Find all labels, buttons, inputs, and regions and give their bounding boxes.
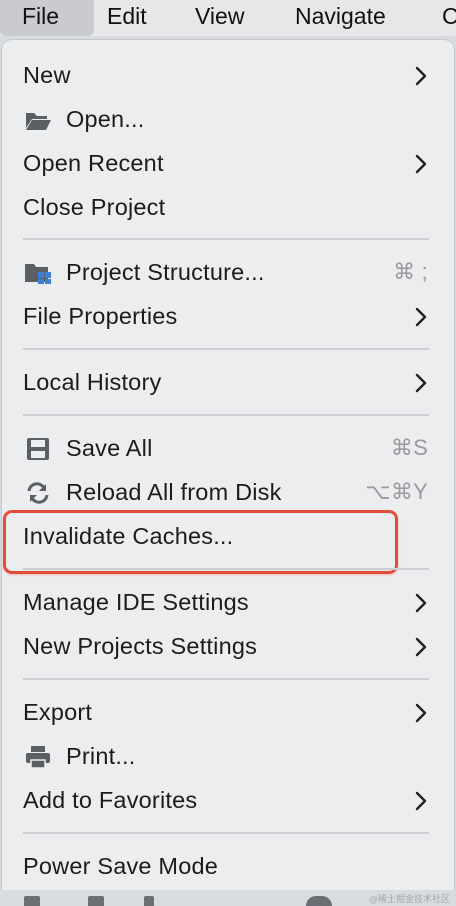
shortcut-label: ⌘S [390, 435, 428, 460]
menu-item-open[interactable]: Open... [2, 98, 454, 142]
chevron-right-icon [415, 637, 427, 657]
project-structure-icon [25, 264, 51, 284]
menu-item-file-properties-label: File Properties [23, 303, 178, 329]
menu-item-print[interactable]: Print... [2, 735, 454, 779]
toolbar-icon[interactable] [88, 896, 104, 906]
toolbar-icon[interactable] [144, 896, 154, 906]
printer-icon [26, 746, 50, 769]
menu-separator [23, 238, 429, 240]
menu-item-power-save-mode-label: Power Save Mode [23, 853, 219, 879]
menu-item-save-all[interactable]: Save All ⌘S [2, 427, 454, 471]
menu-separator [23, 348, 429, 350]
menu-item-power-save-mode[interactable]: Power Save Mode [2, 845, 454, 889]
highlight-box [3, 510, 398, 574]
toolbar-strip: @稀土掘金技术社区 [0, 890, 456, 906]
menu-separator [23, 832, 429, 834]
menu-item-project-structure-label: Project Structure... [66, 259, 265, 285]
chevron-right-icon [415, 154, 427, 174]
menu-separator [23, 414, 429, 416]
menu-item-open-recent[interactable]: Open Recent [2, 142, 454, 186]
menu-item-project-structure[interactable]: Project Structure... ⌘ ; [2, 251, 454, 295]
menubar-code[interactable]: C [442, 0, 456, 36]
shortcut-label: ⌥⌘Y [365, 479, 428, 504]
menu-item-open-label: Open... [66, 106, 145, 132]
menu-item-save-all-label: Save All [66, 435, 153, 461]
menu-item-local-history-label: Local History [23, 369, 162, 395]
menu-item-add-to-favorites-label: Add to Favorites [23, 787, 198, 813]
toolbar-icon[interactable] [306, 896, 332, 906]
chevron-right-icon [415, 593, 427, 613]
chevron-right-icon [415, 703, 427, 723]
shortcut-label: ⌘ ; [393, 259, 428, 284]
menu-bar: File Edit View Navigate C [0, 0, 456, 36]
menu-item-close-project-label: Close Project [23, 194, 166, 220]
menubar-file[interactable]: File [0, 0, 94, 36]
menubar-view[interactable]: View [195, 0, 244, 36]
menubar-navigate[interactable]: Navigate [295, 0, 386, 36]
menu-item-new-projects-settings-label: New Projects Settings [23, 633, 258, 659]
toolbar-icon[interactable] [24, 896, 40, 906]
menu-item-print-label: Print... [66, 743, 136, 769]
chevron-right-icon [415, 791, 427, 811]
chevron-right-icon [415, 66, 427, 86]
menu-item-reload-all[interactable]: Reload All from Disk ⌥⌘Y [2, 471, 454, 515]
reload-icon [27, 482, 49, 504]
menu-separator [23, 678, 429, 680]
menu-item-local-history[interactable]: Local History [2, 361, 454, 405]
chevron-right-icon [415, 307, 427, 327]
menu-item-new-label: New [23, 62, 71, 88]
menu-item-file-properties[interactable]: File Properties [2, 295, 454, 339]
menubar-file-label: File [22, 3, 60, 29]
menu-item-new[interactable]: New [2, 54, 454, 98]
menu-item-add-to-favorites[interactable]: Add to Favorites [2, 779, 454, 823]
menu-item-export-label: Export [23, 699, 93, 725]
folder-open-icon [26, 113, 51, 130]
menu-item-reload-all-label: Reload All from Disk [66, 479, 282, 505]
menu-separator [23, 568, 429, 570]
menu-item-new-projects-settings[interactable]: New Projects Settings [2, 625, 454, 669]
watermark: @稀土掘金技术社区 [368, 895, 450, 905]
menu-item-manage-ide-settings-label: Manage IDE Settings [23, 589, 249, 615]
save-icon [27, 438, 49, 460]
menu-item-manage-ide-settings[interactable]: Manage IDE Settings [2, 581, 454, 625]
menubar-edit[interactable]: Edit [107, 0, 147, 36]
menu-item-open-recent-label: Open Recent [23, 150, 164, 176]
menu-item-export[interactable]: Export [2, 691, 454, 735]
file-menu: New Open... Open Recent Close Project Pr… [2, 40, 454, 906]
menu-item-close-project[interactable]: Close Project [2, 186, 454, 230]
chevron-right-icon [415, 373, 427, 393]
